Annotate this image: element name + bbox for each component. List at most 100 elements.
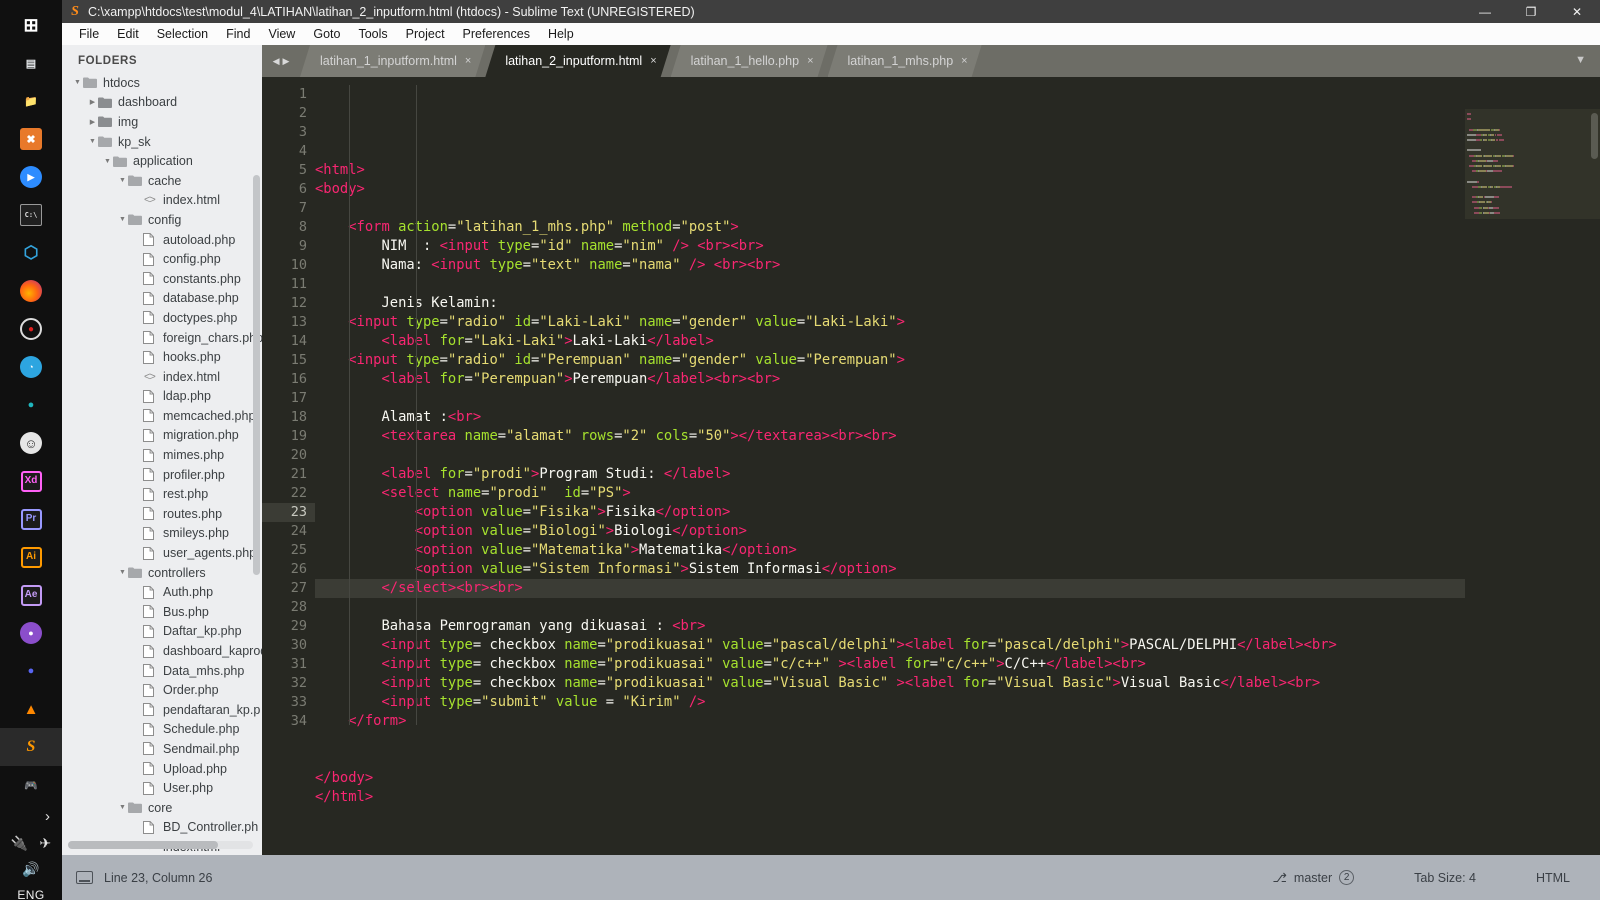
chevron-down-icon[interactable]: ▼ <box>117 216 128 223</box>
battery-icon[interactable]: 🔌 <box>11 835 28 852</box>
tree-file-row[interactable]: Order.php <box>62 680 262 700</box>
tree-file-row[interactable]: memcached.php <box>62 406 262 426</box>
zoom-icon[interactable]: ▶ <box>0 158 62 196</box>
tree-file-row[interactable]: Schedule.php <box>62 720 262 740</box>
tree-folder-row[interactable]: ▶ img <box>62 112 262 132</box>
tree-file-row[interactable]: Auth.php <box>62 582 262 602</box>
tree-file-row[interactable]: Upload.php <box>62 759 262 779</box>
tree-file-row[interactable]: constants.php <box>62 269 262 289</box>
tray-overflow-chevron-icon[interactable]: › <box>0 804 62 830</box>
tree-file-row[interactable]: BD_Controller.ph <box>62 818 262 838</box>
chevron-down-icon[interactable]: ▼ <box>117 177 128 184</box>
game-app-icon[interactable]: 🎮 <box>0 766 62 804</box>
tab-close-icon[interactable]: × <box>650 55 656 67</box>
windows-start-icon[interactable]: ⊞ <box>0 6 62 44</box>
editor-tab-active[interactable]: latihan_2_inputform.html × <box>485 45 670 77</box>
menu-item-file[interactable]: File <box>70 23 108 45</box>
chevron-right-icon[interactable]: ▶ <box>87 98 98 106</box>
tree-file-row[interactable]: autoload.php <box>62 230 262 250</box>
airplane-mode-icon[interactable]: ✈ <box>39 835 51 852</box>
adobe-xd-icon[interactable]: Xd <box>0 462 62 500</box>
tree-file-row[interactable]: Daftar_kp.php <box>62 622 262 642</box>
tree-file-row[interactable]: foreign_chars.php <box>62 328 262 348</box>
tree-folder-row[interactable]: ▶ dashboard <box>62 93 262 113</box>
tree-folder-row[interactable]: ▼ application <box>62 151 262 171</box>
tree-folder-row[interactable]: ▼ controllers <box>62 563 262 583</box>
menu-item-view[interactable]: View <box>259 23 304 45</box>
tree-folder-row[interactable]: ▼ htdocs <box>62 73 262 93</box>
firefox-icon[interactable]: ● <box>0 272 62 310</box>
minimize-button[interactable]: — <box>1462 0 1508 23</box>
editor-tab[interactable]: latihan_1_mhs.php × <box>828 45 982 77</box>
tree-file-row[interactable]: dashboard_kaprodi <box>62 641 262 661</box>
obs-studio-icon[interactable]: ● <box>0 310 62 348</box>
menu-item-edit[interactable]: Edit <box>108 23 148 45</box>
tree-file-row[interactable]: config.php <box>62 249 262 269</box>
teal-app-icon[interactable]: ● <box>0 386 62 424</box>
git-branch-indicator[interactable]: ⎇ master 2 <box>1243 870 1385 885</box>
cursor-position[interactable]: Line 23, Column 26 <box>104 871 212 885</box>
menu-item-project[interactable]: Project <box>397 23 454 45</box>
adobe-illustrator-icon[interactable]: Ai <box>0 538 62 576</box>
tab-prev-icon[interactable]: ◀ <box>273 56 280 67</box>
tree-file-row[interactable]: hooks.php <box>62 347 262 367</box>
menu-item-preferences[interactable]: Preferences <box>454 23 539 45</box>
command-prompt-icon[interactable]: C:\ <box>0 196 62 234</box>
task-view-icon[interactable]: ▤ <box>0 44 62 82</box>
tree-file-row[interactable]: Bus.php <box>62 602 262 622</box>
tree-file-row[interactable]: smileys.php <box>62 524 262 544</box>
tree-file-row[interactable]: migration.php <box>62 426 262 446</box>
tree-file-row[interactable]: user_agents.php <box>62 543 262 563</box>
language-indicator[interactable]: ENG <box>17 882 44 900</box>
editor-tab[interactable]: latihan_1_inputform.html × <box>300 45 485 77</box>
discord-icon[interactable]: ● <box>0 652 62 690</box>
chevron-right-icon[interactable]: ▶ <box>87 118 98 126</box>
chevron-down-icon[interactable]: ▼ <box>87 138 98 145</box>
smiley-app-icon[interactable]: ☺ <box>0 424 62 462</box>
tree-folder-row[interactable]: ▼ config <box>62 210 262 230</box>
chevron-down-icon[interactable]: ▼ <box>102 158 113 165</box>
adobe-premiere-icon[interactable]: Pr <box>0 500 62 538</box>
close-button[interactable]: ✕ <box>1554 0 1600 23</box>
adobe-after-effects-icon[interactable]: Ae <box>0 576 62 614</box>
menu-item-help[interactable]: Help <box>539 23 583 45</box>
tab-close-icon[interactable]: × <box>465 55 471 67</box>
minimap[interactable] <box>1465 109 1600 855</box>
chevron-down-icon[interactable]: ▼ <box>117 569 128 576</box>
maximize-button[interactable]: ❐ <box>1508 0 1554 23</box>
chevron-down-icon[interactable]: ▼ <box>72 79 83 86</box>
vlc-icon[interactable]: ▲ <box>0 690 62 728</box>
chevron-down-icon[interactable]: ▼ <box>117 804 128 811</box>
tree-file-row[interactable]: <> index.html <box>62 367 262 387</box>
tree-file-row[interactable]: mimes.php <box>62 445 262 465</box>
tree-folder-row[interactable]: ▼ kp_sk <box>62 132 262 152</box>
menu-item-find[interactable]: Find <box>217 23 259 45</box>
tree-file-row[interactable]: pendaftaran_kp.p <box>62 700 262 720</box>
tab-close-icon[interactable]: × <box>961 55 967 67</box>
xampp-icon[interactable]: ✖ <box>0 120 62 158</box>
tree-folder-row[interactable]: ▼ core <box>62 798 262 818</box>
tree-file-row[interactable]: rest.php <box>62 484 262 504</box>
tree-file-row[interactable]: ldap.php <box>62 387 262 407</box>
tree-file-row[interactable]: User.php <box>62 778 262 798</box>
editor-vertical-scrollbar[interactable] <box>1591 113 1598 159</box>
tree-file-row[interactable]: routes.php <box>62 504 262 524</box>
menu-item-tools[interactable]: Tools <box>349 23 396 45</box>
file-explorer-icon[interactable]: 📁 <box>0 82 62 120</box>
menu-item-selection[interactable]: Selection <box>148 23 217 45</box>
editor-tab[interactable]: latihan_1_hello.php × <box>671 45 828 77</box>
syntax-indicator[interactable]: HTML <box>1506 871 1600 885</box>
menu-item-goto[interactable]: Goto <box>304 23 349 45</box>
minimap-viewport[interactable] <box>1465 109 1600 219</box>
tree-file-row[interactable]: Data_mhs.php <box>62 661 262 681</box>
visual-studio-code-icon[interactable]: ⬡ <box>0 234 62 272</box>
thunderbird-icon[interactable]: ◔ <box>0 348 62 386</box>
tab-next-icon[interactable]: ▶ <box>283 56 290 67</box>
github-desktop-icon[interactable]: ● <box>0 614 62 652</box>
volume-icon[interactable]: 🔊 <box>22 856 39 882</box>
tab-scroll-buttons[interactable]: ◀ ▶ <box>262 45 300 77</box>
tree-file-row[interactable]: Sendmail.php <box>62 739 262 759</box>
tab-overflow-dropdown-icon[interactable]: ▼ <box>1575 54 1586 66</box>
tab-close-icon[interactable]: × <box>807 55 813 67</box>
tree-file-row[interactable]: database.php <box>62 289 262 309</box>
